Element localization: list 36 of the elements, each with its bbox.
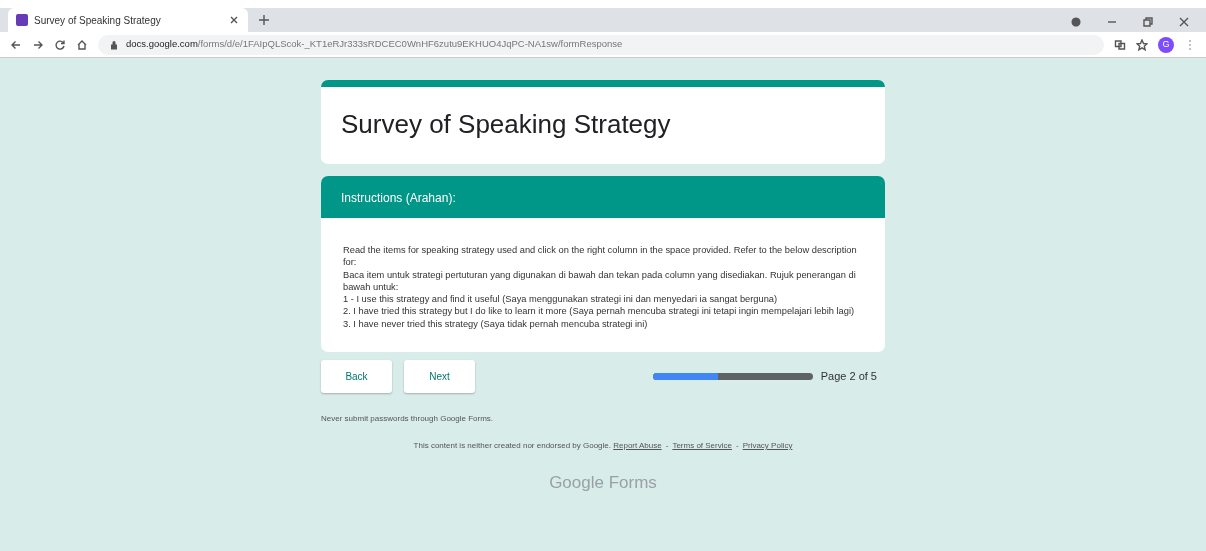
instruction-text: Read the items for speaking strategy used and click on the right column in the space provided. Refer to the below description for: — [343, 244, 858, 269]
tab-title: Survey of Speaking Strategy — [34, 13, 162, 28]
instruction-text: 1 - I use this strategy and find it useful (Saya menggunakan strategi ini dan menyedari ia sangat berguna) — [343, 293, 779, 306]
page-indicator: Page 2 of 5 — [820, 369, 877, 385]
footer-link[interactable]: Terms of Service — [672, 440, 732, 450]
footer-link[interactable]: Report Abuse — [613, 440, 662, 450]
separator: - — [735, 440, 739, 450]
lock-icon — [108, 38, 120, 51]
google-forms-logo: Google Forms — [548, 471, 658, 494]
close-icon[interactable] — [1178, 16, 1190, 28]
browser-tab[interactable]: Survey of Speaking Strategy — [8, 8, 248, 32]
forward-arrow-icon[interactable] — [32, 38, 44, 51]
star-icon[interactable] — [1136, 38, 1148, 51]
back-button[interactable]: Back — [321, 359, 392, 393]
form-title: Survey of Speaking Strategy — [321, 80, 885, 164]
translate-icon[interactable] — [1114, 38, 1126, 51]
reload-icon[interactable] — [54, 38, 66, 51]
home-icon[interactable] — [76, 38, 88, 51]
url-text: docs.google.com/forms/d/e/1FAIpQLScok-_KT1eRJr333sRDCEC0WnHF6zutu9EKHUO4JqPC-NA1sw/formResponse — [126, 37, 623, 52]
instruction-text: 2. I have tried this strategy but I do like to learn it more (Saya pernah mencuba strategi ini tetapi ingin mempelajari lebih lagi) — [343, 305, 856, 318]
separator: - — [665, 440, 669, 450]
close-icon[interactable] — [228, 14, 240, 26]
address-bar[interactable]: docs.google.com/forms/d/e/1FAIpQLScok-_KT1eRJr333sRDCEC0WnHF6zutu9EKHUO4JqPC-NA1sw/formResponse — [98, 34, 1104, 55]
footer-text: This content is neither created nor endorsed by Google. — [413, 440, 612, 450]
instruction-text: Baca item untuk strategi pertuturan yang digunakan di bawah dan tekan pada column yang disediakan. Rujuk penerangan di bawah untuk: — [343, 268, 857, 294]
new-tab-icon[interactable] — [258, 14, 270, 26]
restore-icon[interactable] — [1142, 16, 1154, 28]
warning-text: Never submit passwords through Google Forms. — [321, 412, 495, 425]
profile-avatar[interactable]: G — [1158, 36, 1174, 53]
instruction-text: 3. I have never tried this strategy (Saya tidak pernah mencuba strategi ini) — [343, 317, 649, 330]
next-button[interactable]: Next — [404, 359, 475, 393]
section-title: Instructions (Arahan): — [321, 176, 885, 218]
footer-link[interactable]: Privacy Policy — [742, 440, 793, 450]
back-arrow-icon[interactable] — [10, 38, 22, 51]
form-icon — [16, 14, 28, 26]
extension-icon[interactable] — [1070, 16, 1082, 28]
